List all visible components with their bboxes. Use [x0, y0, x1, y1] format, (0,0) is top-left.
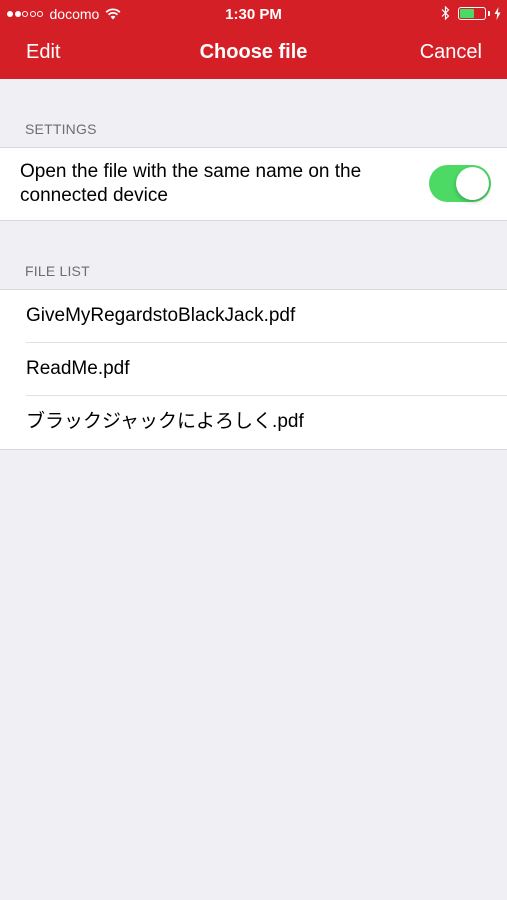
file-list-item[interactable]: ReadMe.pdf	[0, 343, 507, 396]
file-name: GiveMyRegardstoBlackJack.pdf	[26, 305, 296, 326]
open-same-name-label: Open the file with the same name on the …	[20, 161, 362, 206]
battery-level-fill	[460, 8, 474, 18]
navigation-bar: Edit Choose file Cancel	[0, 28, 507, 79]
battery-nub	[488, 10, 490, 16]
cancel-button[interactable]: Cancel	[420, 41, 482, 64]
status-time: 1:30 PM	[225, 6, 282, 23]
header: docomo 1:30 PM Edit Choose file Cancel	[0, 0, 507, 79]
file-list-section-header: FILE LIST	[25, 263, 90, 279]
toggle-knob	[456, 167, 489, 200]
status-bar: docomo 1:30 PM	[0, 0, 507, 28]
file-list-item[interactable]: ブラックジャックによろしく.pdf	[0, 396, 507, 449]
file-name: ReadMe.pdf	[26, 358, 130, 379]
settings-section-header: SETTINGS	[25, 121, 97, 137]
status-right	[441, 6, 501, 20]
open-same-name-toggle[interactable]	[429, 165, 491, 202]
charging-bolt-icon	[494, 6, 501, 20]
battery-icon	[458, 6, 486, 20]
file-list-item[interactable]: GiveMyRegardstoBlackJack.pdf	[0, 290, 507, 343]
settings-group: Open the file with the same name on the …	[0, 147, 507, 221]
file-list-group: GiveMyRegardstoBlackJack.pdf ReadMe.pdf …	[0, 289, 507, 450]
file-name: ブラックジャックによろしく.pdf	[26, 411, 304, 432]
open-same-name-setting-row: Open the file with the same name on the …	[0, 148, 507, 220]
bluetooth-icon	[441, 6, 450, 20]
